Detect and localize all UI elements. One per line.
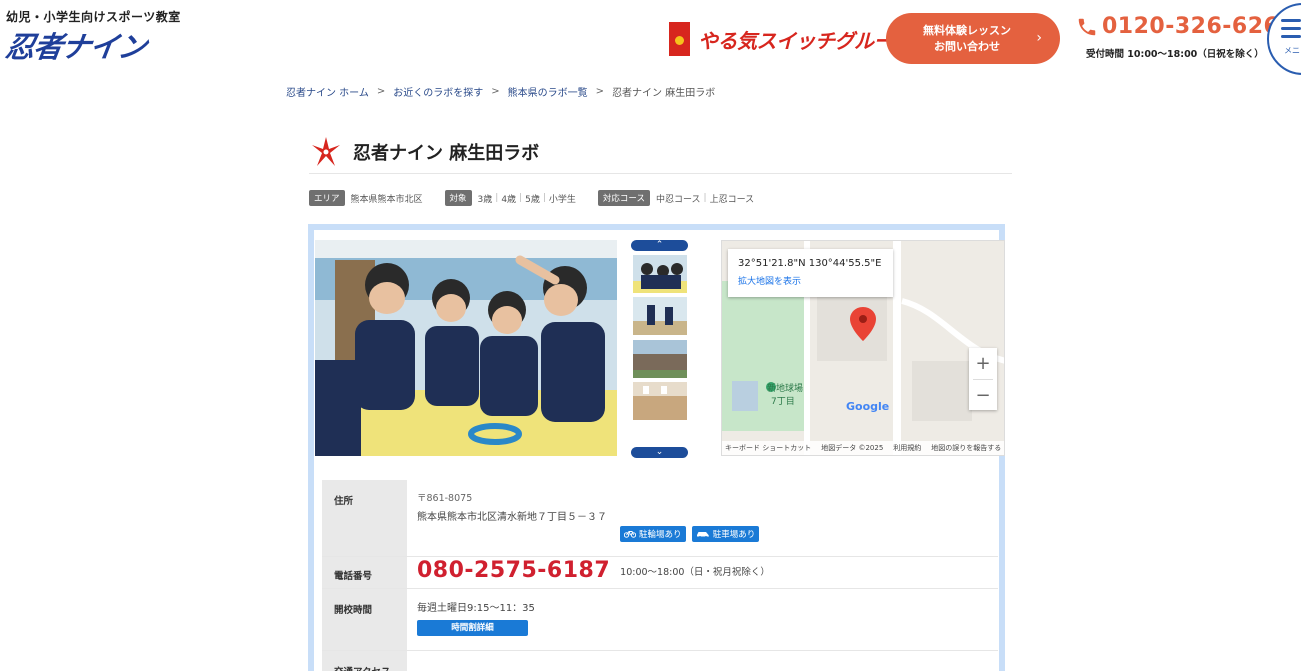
- breadcrumb-find-lab[interactable]: お近くのラボを探す: [393, 84, 483, 99]
- site-header: 幼児・小学生向けスポーツ教室 忍者ナイン やる気スイッチグループ 無料体験レッス…: [0, 0, 1301, 80]
- car-icon: [696, 532, 709, 538]
- google-logo: Google: [846, 400, 889, 413]
- bike-parking-badge: 駐輪場あり: [620, 526, 686, 542]
- location-map[interactable]: 32°51'21.8"N 130°44'55.5"E 拡大地図を表示 新地球場 …: [721, 240, 1005, 456]
- open-hours-value: 毎週土曜日9:15～11：35 時間割詳細: [407, 589, 998, 650]
- car-parking-text: 駐車場あり: [712, 530, 756, 540]
- lab-detail-panel: ⌃ ⌄ 32°51'21.8"N 130°44'55.5"E 拡大地図を表示 新…: [308, 224, 1005, 671]
- shuriken-icon: [312, 136, 340, 166]
- tag-area: エリア 熊本県熊本市北区: [309, 190, 423, 206]
- map-poi-label: 新地球場 7丁目: [767, 381, 803, 407]
- hamburger-icon-bar: [1281, 35, 1301, 38]
- info-row-phone: 電話番号 080-2575-6187 10:00～18:00（日・祝月祝除く）: [322, 557, 998, 589]
- thumbnail-2[interactable]: [633, 297, 687, 335]
- map-info-box: 32°51'21.8"N 130°44'55.5"E 拡大地図を表示: [728, 249, 893, 297]
- lab-info-table: 住所 〒861-8075 熊本県熊本市北区清水新地７丁目５－３７ 駐輪場あり 駐…: [322, 480, 998, 671]
- trial-inquiry-button[interactable]: 無料体験レッスン お問い合わせ ›: [886, 13, 1060, 64]
- map-keyboard-shortcuts[interactable]: キーボード ショートカット: [725, 443, 811, 453]
- breadcrumb: 忍者ナイン ホーム > お近くのラボを探す > 熊本県のラボ一覧 > 忍者ナイン…: [286, 84, 715, 99]
- breadcrumb-current: 忍者ナイン 麻生田ラボ: [612, 88, 716, 99]
- address-value: 〒861-8075 熊本県熊本市北区清水新地７丁目５－３７ 駐輪場あり 駐車場あ…: [407, 480, 998, 556]
- brand-tagline: 幼児・小学生向けスポーツ教室: [6, 10, 181, 24]
- map-zoom-controls: + −: [969, 348, 997, 410]
- breadcrumb-separator: >: [491, 86, 500, 97]
- car-parking-badge: 駐車場あり: [691, 526, 760, 542]
- group-logo-text: やる気スイッチグループ: [698, 28, 912, 53]
- thumbnail-down-button[interactable]: ⌄: [631, 447, 688, 458]
- postal-code: 〒861-8075: [417, 493, 473, 504]
- page-title: 忍者ナイン 麻生田ラボ: [353, 142, 540, 164]
- chevron-right-icon: ›: [1036, 30, 1042, 46]
- phone-value: 080-2575-6187 10:00～18:00（日・祝月祝除く）: [407, 557, 998, 588]
- hamburger-icon-bar: [1281, 27, 1301, 30]
- info-row-address: 住所 〒861-8075 熊本県熊本市北区清水新地７丁目５－３７ 駐輪場あり 駐…: [322, 480, 998, 557]
- tag-target-value: 3歳: [477, 194, 493, 205]
- site-logo[interactable]: 忍者ナイン: [3, 24, 149, 66]
- header-phone[interactable]: 0120-326-626: [1076, 14, 1279, 39]
- map-poi-name: 新地球場: [767, 384, 804, 394]
- tag-course-label: 対応コース: [597, 190, 650, 206]
- map-coordinates: 32°51'21.8"N 130°44'55.5"E: [738, 258, 882, 269]
- address-text: 熊本県熊本市北区清水新地７丁目５－３７: [417, 512, 607, 523]
- thumbnail-3[interactable]: [633, 340, 687, 378]
- thumbnail-up-button[interactable]: ⌃: [631, 240, 688, 251]
- children-photo-image: [315, 240, 617, 456]
- tag-area-label: エリア: [309, 190, 345, 206]
- tag-course: 対応コース 中忍コース | 上忍コース: [597, 190, 755, 206]
- address-label: 住所: [322, 480, 407, 556]
- bicycle-icon: [624, 531, 636, 538]
- map-terms[interactable]: 利用規約: [893, 443, 921, 453]
- menu-label: メニュー: [1284, 46, 1301, 55]
- google-wordmark: Google: [846, 400, 890, 413]
- zoom-in-button[interactable]: +: [969, 348, 997, 379]
- tag-target-value: 小学生: [548, 194, 576, 205]
- tag-course-value: 中忍コース: [655, 194, 701, 205]
- zoom-out-button[interactable]: −: [969, 380, 997, 411]
- tag-target-value: 4歳: [501, 194, 517, 205]
- tag-target-value: 5歳: [525, 194, 540, 205]
- access-label: 交通アクセス: [322, 651, 407, 671]
- group-logo[interactable]: やる気スイッチグループ: [669, 20, 912, 58]
- lab-tags: エリア 熊本県熊本市北区 対象 3歳 | 4歳 | 5歳 | 小学生 対応コース…: [309, 190, 776, 206]
- open-hours-label: 開校時間: [322, 589, 407, 650]
- phone-icon: [1078, 18, 1096, 35]
- breadcrumb-separator: >: [376, 86, 386, 97]
- timetable-detail-button[interactable]: 時間割詳細: [417, 620, 528, 636]
- map-footer: キーボード ショートカット 地図データ ©2025 利用規約 地図の誤りを報告す…: [722, 441, 1004, 455]
- parking-badges: 駐輪場あり 駐車場あり: [417, 526, 988, 542]
- access-value: [407, 651, 998, 671]
- group-badge-icon: [669, 22, 690, 56]
- bike-parking-text: 駐輪場あり: [639, 530, 682, 540]
- thumbnail-4[interactable]: [633, 382, 687, 420]
- phone-label: 電話番号: [322, 557, 407, 588]
- map-report-error[interactable]: 地図の誤りを報告する: [931, 443, 1001, 453]
- map-poi-area: 7丁目: [771, 397, 795, 407]
- hamburger-icon: [1281, 19, 1301, 22]
- tag-course-value: 上忍コース: [709, 194, 755, 205]
- page-title-row: 忍者ナイン 麻生田ラボ: [309, 130, 1012, 174]
- info-row-open-hours: 開校時間 毎週土曜日9:15～11：35 時間割詳細: [322, 589, 998, 651]
- open-hours-text: 毎週土曜日9:15～11：35: [417, 603, 535, 614]
- map-data-credit: 地図データ ©2025: [821, 444, 884, 452]
- phone-hours: 10:00～18:00（日・祝月祝除く）: [620, 566, 770, 578]
- main-photo: [315, 240, 617, 456]
- thumbnail-1[interactable]: [633, 255, 687, 293]
- lab-phone-number[interactable]: 080-2575-6187: [417, 558, 610, 583]
- trial-button-line2: お問い合わせ: [934, 39, 1000, 53]
- tag-target-label: 対象: [444, 190, 472, 206]
- tag-area-value: 熊本県熊本市北区: [350, 194, 423, 205]
- breadcrumb-separator: >: [595, 86, 605, 97]
- header-phone-number: 0120-326-626: [1102, 14, 1280, 39]
- trial-button-line1: 無料体験レッスン: [923, 23, 1011, 37]
- breadcrumb-home[interactable]: 忍者ナイン ホーム: [286, 84, 369, 99]
- map-enlarge-link[interactable]: 拡大地図を表示: [738, 274, 883, 287]
- tag-target: 対象 3歳 | 4歳 | 5歳 | 小学生: [444, 190, 576, 206]
- info-row-access: 交通アクセス: [322, 651, 998, 671]
- breadcrumb-kumamoto[interactable]: 熊本県のラボ一覧: [508, 84, 588, 99]
- reception-hours: 受付時間 10:00～18:00（日祝を除く）: [1086, 49, 1264, 60]
